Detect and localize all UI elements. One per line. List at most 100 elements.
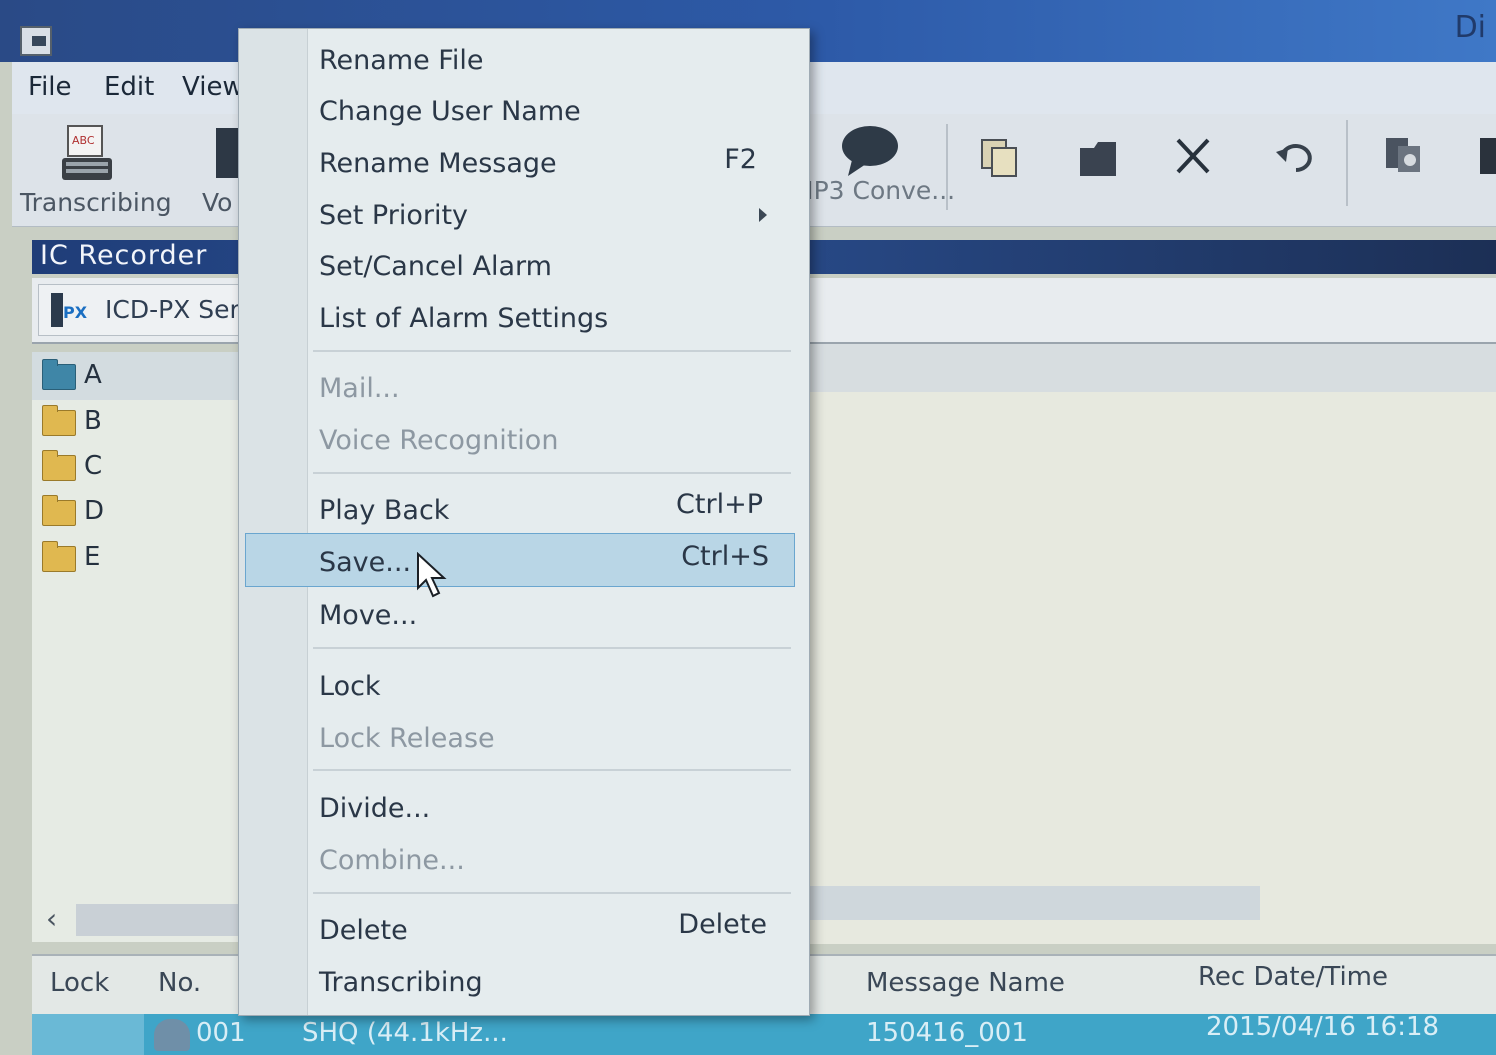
menu-item-label: Rename Message <box>319 148 557 179</box>
menu-item-divide[interactable]: Divide... <box>319 785 797 833</box>
voice-button[interactable]: Vo <box>192 120 242 220</box>
menu-item-label: Rename File <box>319 45 484 76</box>
folder-icon[interactable] <box>1076 136 1122 180</box>
keyboard-icon: ABC <box>62 125 112 180</box>
device-label: ICD-PX Seri <box>105 295 247 324</box>
toolbar-overflow-icon[interactable] <box>1480 138 1496 174</box>
menu-item-rename-file[interactable]: Rename File <box>319 37 797 85</box>
menu-item-label: Divide... <box>319 793 431 824</box>
menu-item-label: Change User Name <box>319 96 581 127</box>
menu-separator <box>313 769 791 771</box>
menu-item-label: Save... <box>319 547 412 578</box>
folder-a[interactable]: A <box>42 358 232 398</box>
lock-cell <box>32 1014 144 1055</box>
menu-view[interactable]: View <box>182 72 244 102</box>
toolbar-separator <box>1346 120 1348 206</box>
scrollbar-thumb[interactable] <box>76 904 246 936</box>
menu-item-label: Combine... <box>319 845 465 876</box>
menu-item-shortcut: F2 <box>724 144 757 175</box>
menu-item-lock-release: Lock Release <box>319 715 797 763</box>
menu-item-delete[interactable]: Delete Delete <box>319 907 797 955</box>
menu-item-change-user-name[interactable]: Change User Name <box>319 88 797 136</box>
menu-item-mail: Mail... <box>319 365 797 413</box>
menu-item-set-cancel-alarm[interactable]: Set/Cancel Alarm <box>319 243 797 291</box>
menu-icon-gutter <box>239 29 308 1015</box>
transcribing-button[interactable]: ABC Transcribing <box>20 120 172 220</box>
folder-icon <box>42 541 76 572</box>
headphone-icon <box>154 1019 190 1051</box>
menu-item-label: Transcribing <box>319 967 483 998</box>
row-no: 001 <box>196 1018 246 1048</box>
scroll-left-icon[interactable]: ‹ <box>46 902 57 935</box>
submenu-arrow-icon <box>759 208 767 222</box>
menu-item-set-priority[interactable]: Set Priority <box>319 192 797 240</box>
menu-item-play-back[interactable]: Play Back Ctrl+P <box>319 487 797 535</box>
tree-scrollbar[interactable]: ‹ <box>32 900 246 940</box>
menu-file[interactable]: File <box>28 72 72 102</box>
menu-item-label: Set/Cancel Alarm <box>319 251 552 282</box>
table-row[interactable]: 001 SHQ (44.1kHz... 150416_001 2015/04/1… <box>32 1012 1496 1055</box>
row-rec-date: 2015/04/16 16:18 <box>1206 1012 1440 1042</box>
menu-item-transcribing[interactable]: Transcribing <box>319 959 797 1007</box>
folder-open-icon <box>42 359 76 390</box>
column-message-name[interactable]: Message Name <box>866 968 1065 998</box>
menu-item-label: Mail... <box>319 373 400 404</box>
folder-icon <box>42 450 76 481</box>
menu-item-shortcut: Ctrl+S <box>681 541 769 572</box>
folder-label: B <box>84 406 102 436</box>
menu-item-label: Play Back <box>319 495 450 526</box>
mp3-convert-label: MP3 Conve... <box>792 176 956 205</box>
column-rec-date[interactable]: Rec Date/Time <box>1198 962 1388 992</box>
folder-label: D <box>84 496 105 526</box>
app-icon[interactable] <box>20 26 52 56</box>
menu-item-combine: Combine... <box>319 837 797 885</box>
device-icon: PX <box>51 293 93 327</box>
menu-edit[interactable]: Edit <box>104 72 154 102</box>
folder-d[interactable]: D <box>42 494 232 534</box>
menu-item-shortcut: Ctrl+P <box>676 489 763 520</box>
svg-text:ABC: ABC <box>72 134 95 147</box>
menu-item-move[interactable]: Move... <box>319 592 797 640</box>
context-menu: Rename File Change User Name Rename Mess… <box>238 28 810 1016</box>
voice-label: Vo <box>202 188 233 217</box>
folder-label: E <box>84 542 101 572</box>
folder-label: A <box>84 360 102 390</box>
menu-item-label: Move... <box>319 600 418 631</box>
folder-icon <box>42 495 76 526</box>
folder-b[interactable]: B <box>42 404 232 444</box>
column-lock[interactable]: Lock <box>50 968 109 998</box>
menu-item-label: Set Priority <box>319 200 469 231</box>
folder-tree: A B C D E <box>32 352 245 942</box>
delete-icon[interactable] <box>1172 134 1216 178</box>
menu-item-save[interactable]: Save... Ctrl+S <box>319 539 797 587</box>
voice-icon <box>216 128 240 178</box>
column-no[interactable]: No. <box>158 968 201 998</box>
folder-icon <box>42 405 76 436</box>
message-pane <box>800 344 1496 944</box>
menu-item-lock[interactable]: Lock <box>319 663 797 711</box>
menu-item-label: Delete <box>319 915 408 946</box>
undo-icon[interactable] <box>1274 138 1318 178</box>
menu-item-label: Voice Recognition <box>319 425 559 456</box>
menu-separator <box>313 472 791 474</box>
menu-separator <box>313 350 791 352</box>
folder-c[interactable]: C <box>42 449 232 489</box>
message-pane-header <box>800 344 1496 392</box>
menu-item-list-alarm-settings[interactable]: List of Alarm Settings <box>319 295 797 343</box>
transcribing-label: Transcribing <box>20 188 172 217</box>
menu-item-label: Lock <box>319 671 381 702</box>
message-pane-scrollbar[interactable] <box>800 886 1260 920</box>
folder-e[interactable]: E <box>42 540 232 580</box>
properties-icon[interactable] <box>1380 134 1426 178</box>
toolbar-separator <box>946 124 948 210</box>
ic-recorder-title: IC Recorder <box>40 240 208 271</box>
menu-item-rename-message[interactable]: Rename Message F2 <box>319 140 797 188</box>
menu-item-shortcut: Delete <box>678 909 767 940</box>
copy-icon[interactable] <box>978 136 1022 180</box>
speech-bubble-icon <box>842 126 898 176</box>
mp3-convert-button[interactable]: MP3 Conve... <box>792 120 955 220</box>
row-quality: SHQ (44.1kHz... <box>302 1018 508 1048</box>
folder-label: C <box>84 451 103 481</box>
device-selector[interactable]: PX ICD-PX Seri <box>38 284 260 336</box>
menu-separator <box>313 647 791 649</box>
